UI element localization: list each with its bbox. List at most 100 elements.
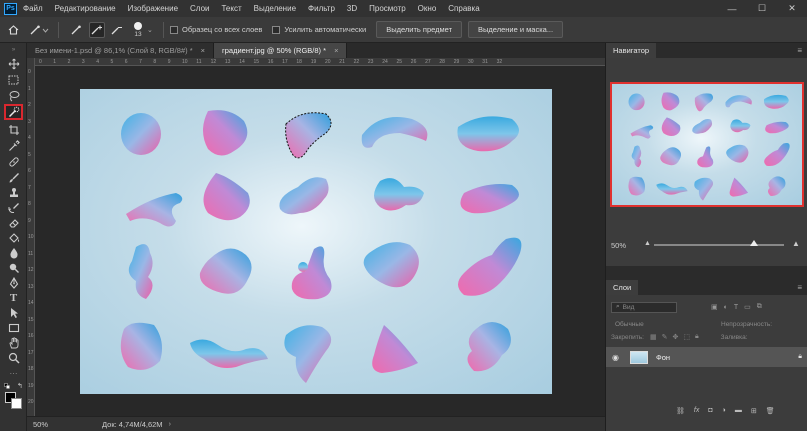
tool-preset-picker[interactable] xyxy=(26,22,52,38)
new-group-icon[interactable]: ▬ xyxy=(735,407,742,415)
canvas-area[interactable] xyxy=(35,66,605,416)
close-tab-icon[interactable]: × xyxy=(334,46,338,55)
collapse-toolbar-icon[interactable]: » xyxy=(5,47,22,53)
filter-pixel-icon[interactable]: ▣ xyxy=(711,303,718,311)
select-subject-button[interactable]: Выделить предмет xyxy=(376,21,463,38)
tab-layers[interactable]: Слои xyxy=(606,280,639,295)
panel-menu-icon[interactable]: ≡ xyxy=(797,283,802,292)
brush-size-value: 13 xyxy=(134,30,142,38)
layer-row-background[interactable]: ◉ Фон 🔒︎ xyxy=(606,347,807,367)
status-menu-arrow-icon[interactable]: › xyxy=(169,421,171,428)
ruler-tick-label: 16 xyxy=(267,59,274,65)
move-tool-icon[interactable] xyxy=(5,57,22,71)
slider-handle[interactable] xyxy=(750,240,758,246)
sample-all-layers-option[interactable]: Образец со всех слоев xyxy=(170,25,262,34)
menu-type[interactable]: Текст xyxy=(215,4,247,13)
close-window-button[interactable]: ✕ xyxy=(777,0,807,17)
dodge-tool-icon[interactable] xyxy=(5,261,22,275)
auto-enhance-option[interactable]: Усилить автоматически xyxy=(272,25,366,34)
navigator-thumbnail[interactable] xyxy=(610,82,804,207)
brush-size-picker[interactable]: 13 xyxy=(131,19,145,41)
zoom-out-icon[interactable]: ▲ xyxy=(644,240,651,247)
pen-tool-icon[interactable] xyxy=(5,276,22,290)
photoshop-logo[interactable]: Ps xyxy=(4,2,17,15)
tab-navigator[interactable]: Навигатор xyxy=(606,43,657,58)
ruler-tick-label: 4 xyxy=(28,135,31,141)
stamp-tool-icon[interactable] xyxy=(5,186,22,200)
filter-adjustment-icon[interactable]: ◐ xyxy=(724,304,728,311)
healing-brush-tool-icon[interactable] xyxy=(5,155,22,169)
link-layers-icon[interactable]: ⛓ xyxy=(676,407,685,415)
new-layer-icon[interactable]: ⊞ xyxy=(751,407,757,415)
more-tools-icon[interactable]: ··· xyxy=(5,366,22,380)
marquee-tool-icon[interactable] xyxy=(5,73,22,87)
select-and-mask-button[interactable]: Выделение и маска... xyxy=(468,21,564,38)
adjustment-layer-icon[interactable]: ◑ xyxy=(722,407,726,415)
menu-view[interactable]: Просмотр xyxy=(363,4,412,13)
path-selection-tool-icon[interactable] xyxy=(5,306,22,320)
default-colors-icon[interactable] xyxy=(4,383,10,389)
panel-menu-icon[interactable]: ≡ xyxy=(797,46,802,55)
delete-layer-icon[interactable]: 🗑︎ xyxy=(766,407,775,415)
menu-edit[interactable]: Редактирование xyxy=(49,4,122,13)
lock-all-icon[interactable]: 🔒︎ xyxy=(695,333,699,341)
close-tab-icon[interactable]: × xyxy=(201,46,205,55)
swap-colors-icon[interactable]: ↰ xyxy=(17,382,23,390)
type-tool-icon[interactable]: T xyxy=(5,291,22,305)
blur-tool-icon[interactable] xyxy=(5,246,22,260)
lasso-tool-icon[interactable] xyxy=(5,89,22,103)
home-icon[interactable] xyxy=(4,22,22,38)
eyedropper-tool-icon[interactable] xyxy=(5,139,22,153)
menu-3d[interactable]: 3D xyxy=(341,4,363,13)
menu-image[interactable]: Изображение xyxy=(122,4,184,13)
zoom-in-icon[interactable]: ▲ xyxy=(792,239,800,248)
history-brush-tool-icon[interactable] xyxy=(5,201,22,215)
sample-all-layers-checkbox[interactable] xyxy=(170,25,178,34)
navigator-zoom-slider[interactable] xyxy=(654,240,784,246)
new-selection-mode-icon[interactable] xyxy=(69,22,85,38)
document-canvas[interactable] xyxy=(80,89,552,394)
paint-bucket-tool-icon[interactable] xyxy=(5,231,22,245)
lock-pixels-icon[interactable]: ✎ xyxy=(662,333,668,341)
horizontal-ruler[interactable]: 0 1 2 3 4 5 6 7 8 9 10 11 12 13 14 15 16 17 18 19 20 21 22 23 24… xyxy=(35,58,605,66)
blob-shape xyxy=(298,262,308,272)
filter-shape-icon[interactable]: ▭ xyxy=(744,303,751,311)
navigator-zoom-value[interactable]: 50% xyxy=(606,241,642,250)
subtract-from-selection-mode-icon[interactable] xyxy=(109,22,125,38)
auto-enhance-checkbox[interactable] xyxy=(272,25,281,34)
lock-position-icon[interactable]: ✥ xyxy=(672,333,678,341)
maximize-button[interactable]: ☐ xyxy=(747,0,777,17)
eraser-tool-icon[interactable] xyxy=(5,216,22,230)
filter-type-icon[interactable]: T xyxy=(734,304,738,311)
lock-transparent-icon[interactable]: ▦ xyxy=(650,333,657,341)
quick-selection-tool-icon[interactable] xyxy=(4,104,23,120)
lock-artboard-icon[interactable]: ⬚ xyxy=(683,333,690,341)
menu-layers[interactable]: Слои xyxy=(184,4,215,13)
ruler-tick-label: 2 xyxy=(67,59,71,65)
brush-tool-icon[interactable] xyxy=(5,171,22,185)
rectangle-tool-icon[interactable] xyxy=(5,321,22,335)
menu-file[interactable]: Файл xyxy=(17,4,49,13)
tab-gradient-document[interactable]: градиент.jpg @ 50% (RGB/8) * × xyxy=(214,43,348,58)
menu-select[interactable]: Выделение xyxy=(248,4,302,13)
zoom-tool-icon[interactable] xyxy=(5,351,22,365)
layer-filter-kind[interactable]: ⌕ Вид xyxy=(611,301,677,313)
vertical-ruler[interactable]: 0 1 2 3 4 5 6 7 8 9 10 11 12 13 14 15 16 17 18 19 20 xyxy=(27,58,35,416)
add-to-selection-mode-icon[interactable] xyxy=(89,21,105,38)
background-color-swatch[interactable] xyxy=(11,398,22,409)
ruler-tick-label: 29 xyxy=(453,59,460,65)
chevron-down-icon[interactable]: ⌄ xyxy=(147,26,157,34)
menu-help[interactable]: Справка xyxy=(442,4,485,13)
minimize-button[interactable]: — xyxy=(717,0,747,17)
blend-mode-select[interactable]: Обычные xyxy=(611,319,707,330)
filter-smart-object-icon[interactable]: ⧉ xyxy=(757,303,762,311)
menu-window[interactable]: Окно xyxy=(412,4,443,13)
menu-filter[interactable]: Фильтр xyxy=(302,4,341,13)
crop-tool-icon[interactable] xyxy=(5,123,22,137)
layer-mask-icon[interactable]: ◘ xyxy=(708,407,712,415)
eye-icon[interactable]: ◉ xyxy=(612,353,624,362)
status-zoom-level[interactable]: 50% xyxy=(27,420,57,429)
tab-untitled-document[interactable]: Без имени-1.psd @ 86,1% (Слой 8, RGB/8#)… xyxy=(27,43,215,58)
layer-style-icon[interactable]: fx xyxy=(694,407,699,415)
hand-tool-icon[interactable] xyxy=(5,336,22,350)
